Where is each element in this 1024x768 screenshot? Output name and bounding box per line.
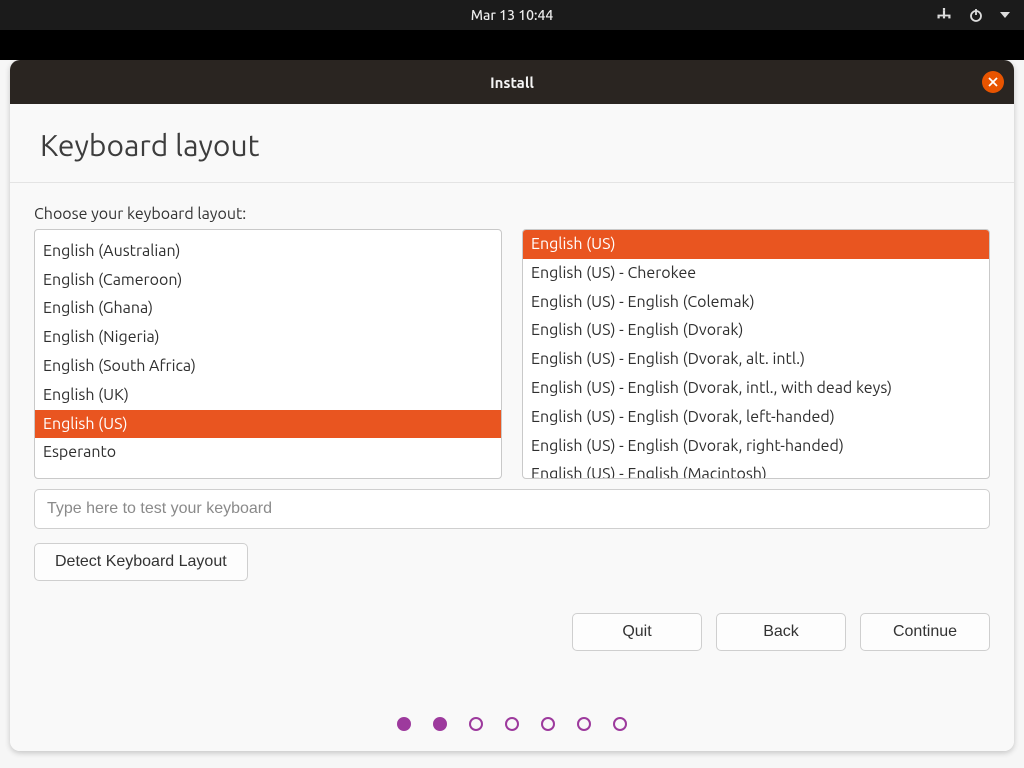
network-icon[interactable] bbox=[936, 7, 952, 23]
layout-variant-item[interactable]: English (US) - English (Dvorak) bbox=[523, 316, 989, 345]
system-tray[interactable] bbox=[936, 0, 1010, 30]
progress-dot bbox=[433, 717, 447, 731]
chevron-down-icon[interactable] bbox=[1000, 10, 1010, 20]
progress-dot bbox=[469, 717, 483, 731]
layout-language-item[interactable]: English (Cameroon) bbox=[35, 266, 501, 295]
layout-variant-item[interactable]: English (US) - English (Macintosh) bbox=[523, 460, 989, 479]
window-close-button[interactable] bbox=[982, 71, 1004, 93]
keyboard-test-input[interactable] bbox=[34, 489, 990, 529]
layout-language-item[interactable]: English (Australian) bbox=[35, 237, 501, 266]
continue-button[interactable]: Continue bbox=[860, 613, 990, 651]
layout-language-item[interactable]: English (Nigeria) bbox=[35, 323, 501, 352]
layout-variant-item[interactable]: English (US) - English (Dvorak, left-han… bbox=[523, 403, 989, 432]
layout-variant-item[interactable]: English (US) - Cherokee bbox=[523, 259, 989, 288]
layout-language-item[interactable]: English (UK) bbox=[35, 381, 501, 410]
layout-language-item[interactable]: English (US) bbox=[35, 410, 501, 439]
layout-language-item[interactable]: Dzongkha bbox=[35, 229, 501, 237]
layout-variant-list[interactable]: English (US)English (US) - CherokeeEngli… bbox=[522, 229, 990, 479]
window-title: Install bbox=[490, 74, 534, 91]
detect-layout-button[interactable]: Detect Keyboard Layout bbox=[34, 543, 248, 581]
progress-dot bbox=[613, 717, 627, 731]
layout-variant-item[interactable]: English (US) - English (Dvorak, right-ha… bbox=[523, 432, 989, 461]
progress-dot bbox=[577, 717, 591, 731]
installer-window: Install Keyboard layout Choose your keyb… bbox=[10, 60, 1014, 751]
progress-dot bbox=[397, 717, 411, 731]
layout-variant-item[interactable]: English (US) - English (Colemak) bbox=[523, 288, 989, 317]
desktop-background-strip bbox=[0, 30, 1024, 60]
quit-button[interactable]: Quit bbox=[572, 613, 702, 651]
back-button[interactable]: Back bbox=[716, 613, 846, 651]
power-icon[interactable] bbox=[968, 7, 984, 23]
page-title: Keyboard layout bbox=[40, 128, 984, 162]
gnome-top-bar: Mar 13 10:44 bbox=[0, 0, 1024, 30]
progress-dot bbox=[505, 717, 519, 731]
layout-language-item[interactable]: Esperanto bbox=[35, 438, 501, 467]
title-bar: Install bbox=[10, 60, 1014, 104]
layout-variant-item[interactable]: English (US) bbox=[523, 230, 989, 259]
layout-language-item[interactable]: English (South Africa) bbox=[35, 352, 501, 381]
clock: Mar 13 10:44 bbox=[471, 7, 554, 23]
progress-dots bbox=[10, 717, 1014, 751]
layout-variant-item[interactable]: English (US) - English (Dvorak, intl., w… bbox=[523, 374, 989, 403]
layout-language-item[interactable]: English (Ghana) bbox=[35, 294, 501, 323]
layout-language-list[interactable]: DzongkhaEnglish (Australian)English (Cam… bbox=[34, 229, 502, 479]
progress-dot bbox=[541, 717, 555, 731]
choose-layout-label: Choose your keyboard layout: bbox=[34, 205, 990, 223]
layout-variant-item[interactable]: English (US) - English (Dvorak, alt. int… bbox=[523, 345, 989, 374]
